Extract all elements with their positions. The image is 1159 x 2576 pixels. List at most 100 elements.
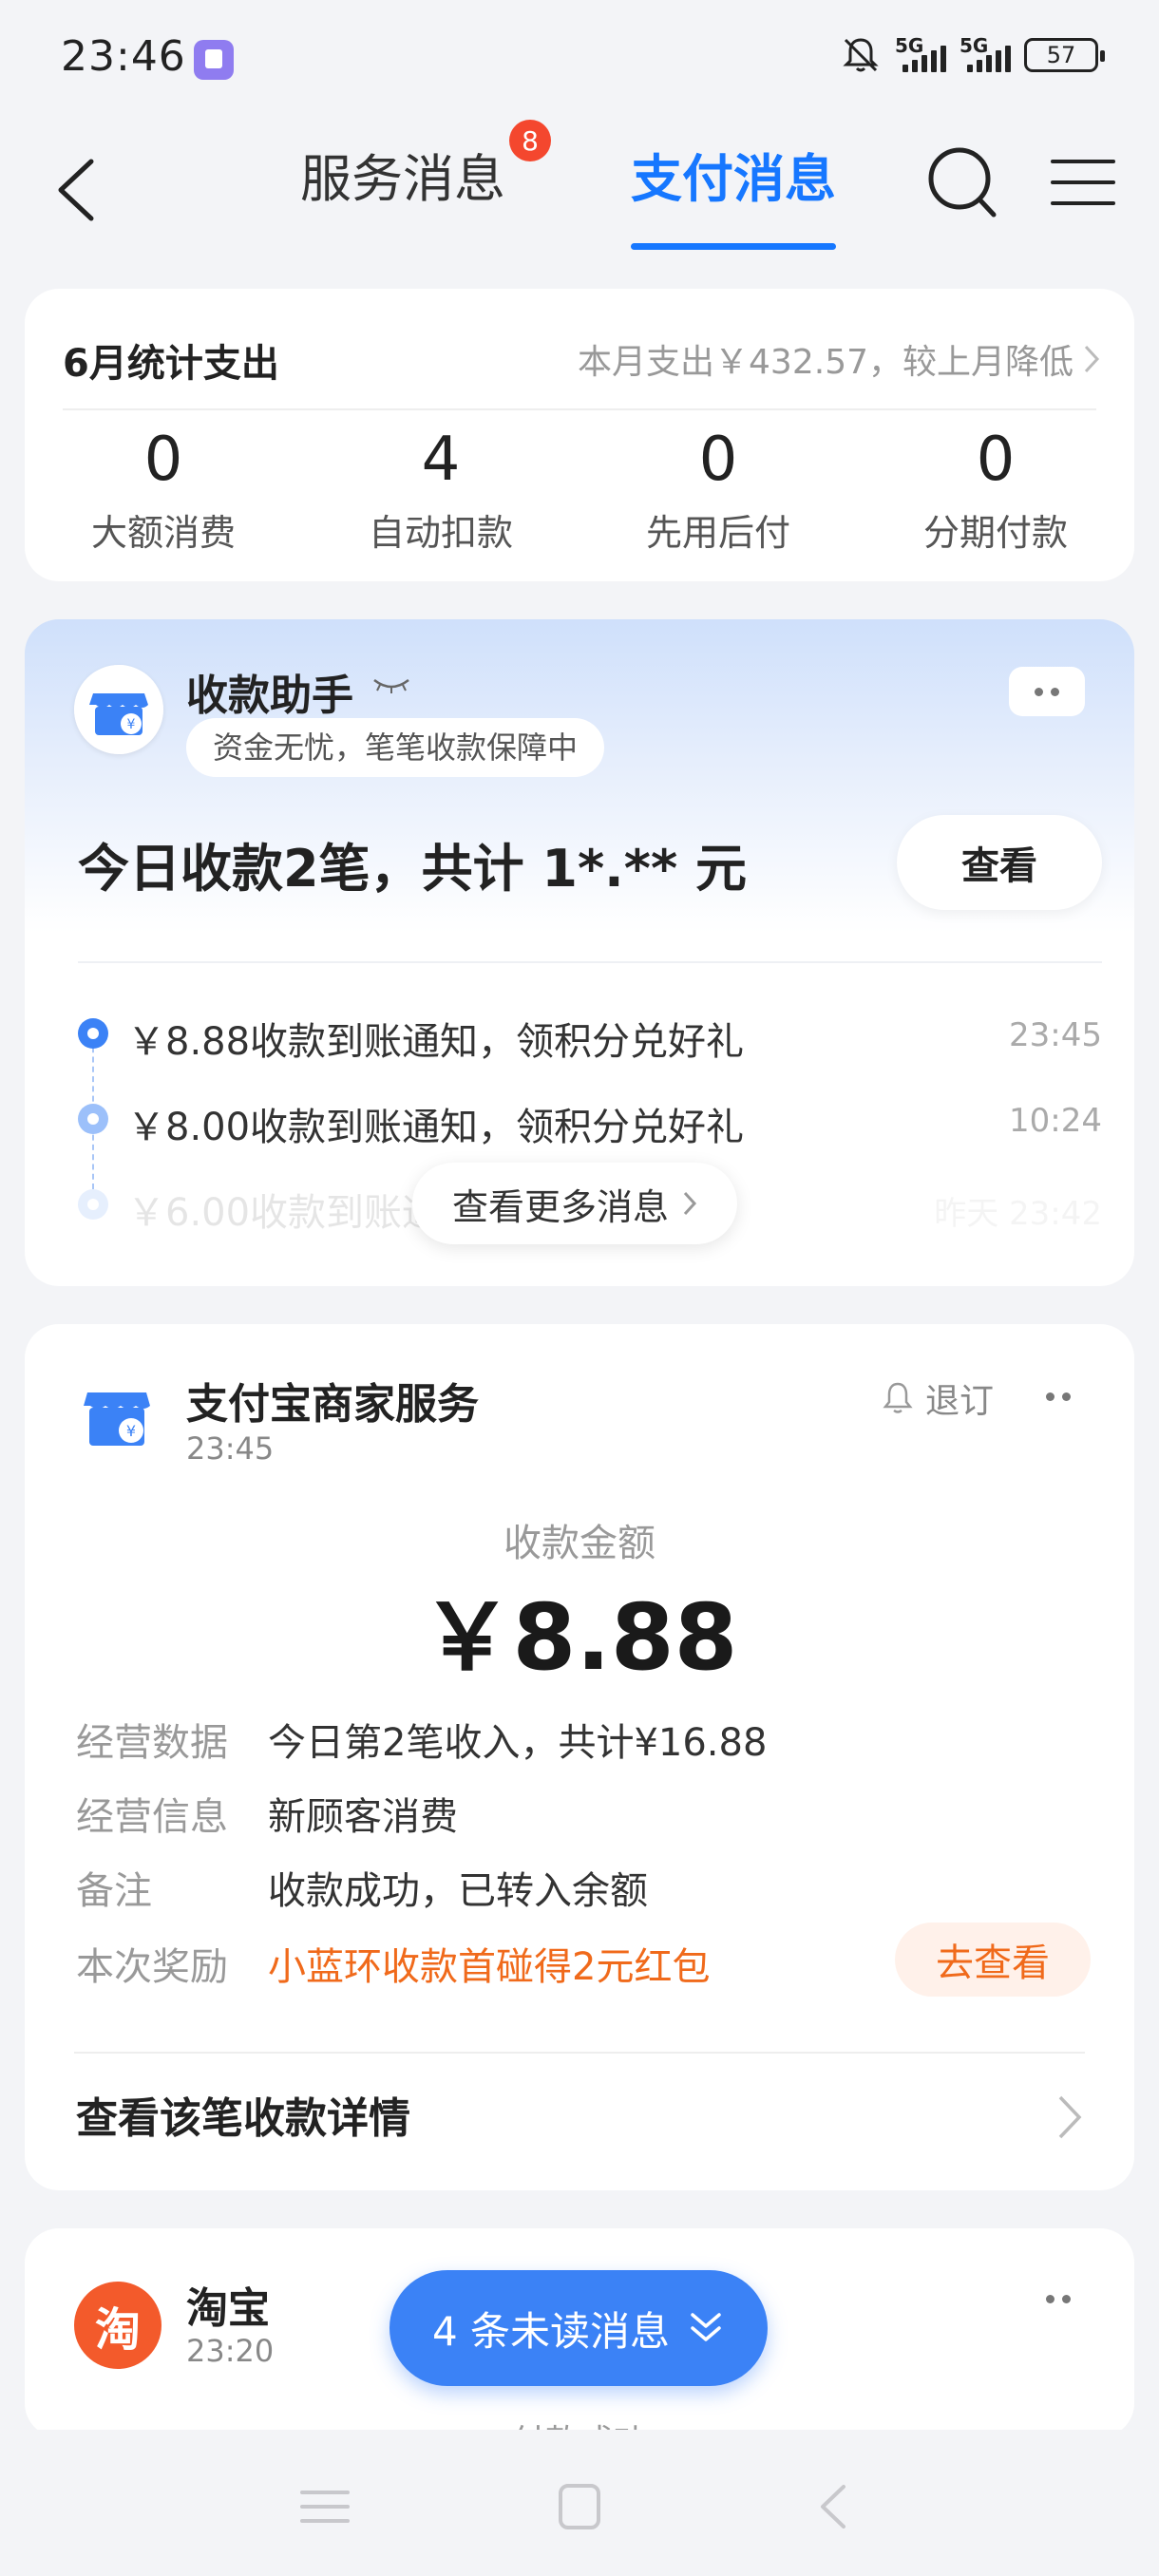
tab-payment-label: 支付消息 [631, 149, 836, 209]
info-value: 今日第2笔收入，共计¥16.88 [268, 1721, 768, 1765]
divider [74, 2052, 1085, 2054]
stat-auto-debit[interactable]: 4 自动扣款 [302, 420, 580, 556]
store-icon: ¥ [84, 1392, 150, 1446]
unread-label: 4 条未读消息 [431, 2307, 671, 2355]
bell-icon [883, 1382, 913, 1413]
more-options-button[interactable] [1020, 2274, 1096, 2323]
taobao-time: 23:20 [186, 2333, 275, 2369]
tab-service-label: 服务消息 [300, 149, 505, 209]
info-row: 经营信息 新顾客消费 [76, 1776, 1091, 1843]
status-bar: 23:46 5G 5G 57 [0, 0, 1159, 114]
double-chevron-down-icon [691, 2313, 721, 2341]
stat-large-spend[interactable]: 0 大额消费 [25, 420, 302, 556]
stat-value: 4 [421, 425, 461, 495]
unsubscribe-button[interactable]: 退订 [882, 1373, 994, 1423]
dot [1062, 2294, 1071, 2303]
search-icon[interactable] [923, 141, 1001, 224]
assistant-slogan: 资金无忧，笔笔收款保障中 [186, 718, 605, 777]
top-nav: 服务消息 8 支付消息 [0, 114, 1159, 256]
dot [1046, 2294, 1054, 2303]
timeline-dot [78, 1018, 108, 1049]
battery-level: 57 [1046, 42, 1076, 68]
back-arrow-icon[interactable] [49, 152, 106, 228]
stat-value: 0 [143, 425, 183, 495]
tab-payment-messages[interactable]: 支付消息 [631, 137, 836, 250]
more-options-button[interactable] [1020, 1372, 1096, 1421]
monthly-stats-card: 6月统计支出 本月支出￥432.57，较上月降低 0 大额消费 4 自动扣款 0… [25, 289, 1134, 581]
stat-label: 分期付款 [922, 512, 1068, 554]
stat-installment[interactable]: 0 分期付款 [857, 420, 1134, 556]
message-text: ￥6.00收款到账通 [127, 1191, 441, 1235]
today-summary: 今日收款2笔，共计 1*.** 元 [78, 839, 747, 899]
merchant-service-card: ¥ 支付宝商家服务 23:45 退订 收款金额 ￥8.88 经营数据 今日第2笔… [25, 1324, 1134, 2190]
list-item[interactable]: ￥8.00收款到账通知，领积分兑好礼 10:24 [78, 1085, 1102, 1151]
divider [78, 961, 1102, 963]
info-row: 本次奖励 小蓝环收款首碰得2元红包 去查看 [76, 1923, 1091, 1997]
active-tab-indicator [631, 243, 836, 250]
see-more-label: 查看更多消息 [452, 1185, 670, 1228]
stats-title: 6月统计支出 [63, 342, 279, 386]
message-text: ￥8.88收款到账通知，领积分兑好礼 [127, 1020, 745, 1064]
info-key: 备注 [76, 1869, 152, 1913]
dot [1046, 1392, 1054, 1401]
info-key: 经营数据 [76, 1721, 228, 1765]
battery-icon: 57 [1024, 38, 1105, 72]
unsubscribe-label: 退订 [925, 1382, 995, 1421]
recent-apps-icon[interactable] [294, 2481, 355, 2532]
message-time: 10:24 [1009, 1102, 1102, 1140]
svg-text:¥: ¥ [127, 717, 136, 732]
info-value: 新顾客消费 [268, 1795, 458, 1839]
message-time: 昨天 23:42 [934, 1195, 1102, 1233]
stat-label: 自动扣款 [368, 512, 513, 554]
svg-text:¥: ¥ [126, 1422, 136, 1440]
list-item[interactable]: ￥8.88收款到账通知，领积分兑好礼 23:45 [78, 999, 1102, 1066]
dot [1035, 687, 1043, 696]
unread-badge: 8 [509, 120, 551, 161]
stats-items: 0 大额消费 4 自动扣款 0 先用后付 0 分期付款 [25, 420, 1134, 556]
chevron-right-icon [1084, 345, 1100, 373]
app-notification-icon [194, 40, 234, 80]
view-button[interactable]: 查看 [897, 815, 1102, 910]
back-icon[interactable] [804, 2481, 864, 2532]
view-detail-link[interactable]: 查看该笔收款详情 [76, 2084, 410, 2145]
amount-label: 收款金额 [504, 1522, 656, 1565]
unread-messages-button[interactable]: 4 条未读消息 [390, 2270, 768, 2386]
stats-summary-text: 本月支出￥432.57，较上月降低 [578, 343, 1074, 382]
timeline-dot [78, 1104, 108, 1134]
info-key: 本次奖励 [76, 1945, 228, 1989]
status-icons: 5G 5G 57 [840, 34, 1105, 76]
system-nav-bar [0, 2430, 1159, 2576]
see-more-messages-button[interactable]: 查看更多消息 [412, 1163, 738, 1244]
message-time: 23:45 [1009, 1016, 1102, 1054]
mute-bell-icon [843, 38, 879, 72]
info-row: 备注 收款成功，已转入余额 [76, 1850, 1091, 1917]
home-icon[interactable] [549, 2481, 610, 2532]
more-options-button[interactable] [1009, 667, 1085, 716]
menu-icon[interactable] [1051, 154, 1115, 211]
clock: 23:46 [61, 32, 186, 81]
go-view-button[interactable]: 去查看 [895, 1923, 1091, 1997]
merchant-name: 支付宝商家服务 [186, 1380, 479, 1429]
store-icon: ¥ [74, 665, 163, 754]
stats-summary-link[interactable]: 本月支出￥432.57，较上月降低 [578, 334, 1100, 384]
stat-pay-later[interactable]: 0 先用后付 [580, 420, 857, 556]
dot [1051, 687, 1059, 696]
stat-value: 0 [976, 425, 1016, 495]
merchant-time: 23:45 [186, 1430, 275, 1467]
stat-value: 0 [698, 425, 738, 495]
stat-label: 大额消费 [90, 512, 236, 554]
info-key: 经营信息 [76, 1795, 228, 1839]
stat-label: 先用后付 [645, 512, 790, 554]
message-text: ￥8.00收款到账通知，领积分兑好礼 [127, 1106, 745, 1149]
tab-service-messages[interactable]: 服务消息 [300, 137, 505, 212]
taobao-name: 淘宝 [186, 2284, 270, 2333]
eye-closed-icon[interactable] [370, 676, 412, 695]
amount-value: ￥8.88 [421, 1584, 738, 1691]
info-row: 经营数据 今日第2笔收入，共计¥16.88 [76, 1702, 1091, 1769]
chevron-right-icon[interactable] [1056, 2093, 1083, 2141]
timeline-dot [78, 1189, 108, 1220]
divider [63, 408, 1096, 410]
reward-value: 小蓝环收款首碰得2元红包 [268, 1945, 711, 1989]
taobao-logo: 淘 [74, 2282, 162, 2369]
assistant-name: 收款助手 [186, 672, 353, 720]
